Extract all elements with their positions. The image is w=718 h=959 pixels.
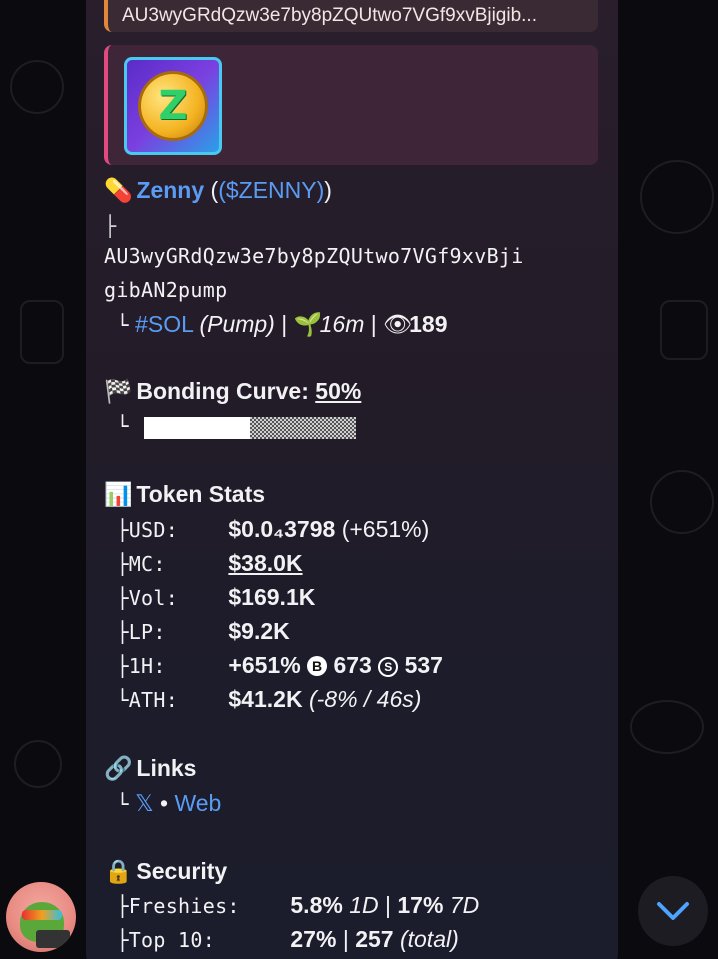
security-title: Security — [136, 858, 228, 884]
separator: | — [385, 892, 391, 918]
chevron-down-icon — [657, 902, 689, 920]
seedling-icon: 🌱 — [293, 312, 323, 338]
separator: | — [342, 926, 349, 952]
stat-label: └ATH: — [104, 688, 179, 712]
one-hour-buys: 673 — [333, 652, 372, 678]
progress-remaining — [250, 417, 356, 439]
background-doodle — [660, 300, 708, 360]
stat-row-vol: ├Vol: $169.1K — [104, 581, 315, 614]
top10-percent: 27% — [290, 926, 337, 952]
security-row-top10: ├Top 10: 27% | 257 (total) — [104, 923, 459, 956]
freshies-7d-unit: 7D — [449, 892, 480, 918]
volume-value: $169.1K — [228, 584, 316, 610]
stat-label: ├Top 10: — [104, 928, 216, 952]
reply-quote-text: AU3wyGRdQzw3e7by8pZQUtwo7VGf9xvBjigib... — [122, 5, 537, 26]
coin-icon: Z — [138, 71, 208, 141]
reply-quote[interactable]: AU3wyGRdQzw3e7by8pZQUtwo7VGf9xvBjigib... — [104, 0, 598, 32]
tree-branch: ├ — [104, 214, 117, 238]
token-symbol: (($ZENNY)) — [210, 177, 332, 203]
scroll-to-bottom-button[interactable] — [638, 876, 708, 946]
background-doodle — [20, 300, 64, 364]
background-doodle — [630, 700, 704, 754]
platform-label: (Pump) — [199, 311, 275, 337]
stat-label: ├Vol: — [104, 586, 179, 610]
stat-row-ath: └ATH: $41.2K (-8% / 46s) — [104, 683, 421, 716]
ath-detail: (-8% / 46s) — [308, 686, 422, 712]
liquidity-value: $9.2K — [228, 618, 290, 644]
view-count: 189 — [409, 311, 448, 337]
separator: | — [370, 311, 377, 337]
checkered-flag-icon: 🏁 — [104, 379, 133, 405]
token-age: 16m — [319, 311, 365, 337]
buys-icon: B — [307, 656, 328, 676]
links-title: Links — [136, 755, 197, 781]
progress-fill — [144, 417, 250, 439]
laptop-shape — [36, 930, 70, 948]
token-meta-row: └ #SOL (Pump) | 🌱16m | 👁189 — [104, 308, 448, 341]
tree-branch: └ — [104, 313, 129, 337]
stat-row-1h: ├1H: +651% B 673 S 537 — [104, 649, 443, 682]
background-doodle — [650, 470, 714, 534]
tree-branch: └ — [104, 414, 129, 438]
usd-price: $0.0₄3798 — [228, 516, 336, 542]
token-symbol-text[interactable]: ($ZENNY) — [218, 177, 324, 203]
chain-hashtag[interactable]: #SOL — [135, 311, 193, 337]
lock-icon: 🔒 — [104, 859, 133, 885]
security-header: 🔒 Security — [104, 855, 227, 888]
separator: | — [281, 311, 288, 337]
x-link[interactable]: 𝕏 — [135, 790, 154, 816]
stat-row-mc: ├MC: $38.0K — [104, 547, 302, 580]
links-separator: • — [160, 790, 169, 816]
pill-icon: 💊 — [104, 178, 133, 204]
token-address-line1[interactable]: AU3wyGRdQzw3e7by8pZQUtwo7VGf9xvBji — [104, 240, 524, 272]
link-icon: 🔗 — [104, 756, 133, 782]
stat-row-usd: ├USD: $0.0₄3798 (+651%) — [104, 513, 429, 546]
one-hour-change: +651% — [228, 652, 301, 678]
bonding-curve-progress — [144, 417, 356, 439]
bonding-curve-percent[interactable]: 50% — [315, 378, 361, 404]
bonding-curve-header: 🏁 Bonding Curve: 50% — [104, 375, 361, 408]
background-doodle — [10, 60, 64, 114]
sells-icon: S — [378, 657, 399, 677]
stat-label: ├USD: — [104, 518, 179, 542]
token-name-link[interactable]: Zenny — [136, 177, 204, 203]
bar-chart-icon: 📊 — [104, 482, 133, 508]
stat-label: ├MC: — [104, 552, 166, 576]
background-doodle — [14, 740, 62, 788]
links-header: 🔗 Links — [104, 752, 196, 785]
usd-change: (+651%) — [341, 516, 430, 542]
token-thumbnail[interactable]: Z — [124, 57, 222, 155]
one-hour-sells: 537 — [404, 652, 443, 678]
freshies-7d: 17% — [397, 892, 444, 918]
eye-icon: 👁 — [383, 312, 413, 338]
stat-label: ├1H: — [104, 654, 166, 678]
market-cap-link[interactable]: $38.0K — [228, 550, 302, 576]
ath-value: $41.2K — [228, 686, 303, 712]
link-preview-card[interactable]: Z — [104, 45, 598, 165]
freshies-1d: 5.8% — [290, 892, 343, 918]
sunglasses-shape — [22, 910, 62, 920]
token-header: 💊 Zenny (($ZENNY)) — [104, 174, 332, 207]
token-stats-header: 📊 Token Stats — [104, 478, 265, 511]
chat-screen: AU3wyGRdQzw3e7by8pZQUtwo7VGf9xvBjigib...… — [0, 0, 718, 959]
tree-branch: └ — [104, 792, 129, 816]
web-link[interactable]: Web — [174, 790, 221, 816]
stat-label: ├LP: — [104, 620, 166, 644]
token-stats-title: Token Stats — [136, 481, 266, 507]
freshies-1d-unit: 1D — [349, 892, 379, 918]
stat-label: ├Freshies: — [104, 894, 240, 918]
links-row: └ 𝕏 • Web — [104, 787, 221, 820]
security-row-freshies: ├Freshies: 5.8% 1D | 17% 7D — [104, 889, 479, 922]
top10-total-unit: (total) — [399, 926, 459, 952]
background-doodle — [640, 160, 714, 234]
top10-total: 257 — [355, 926, 394, 952]
token-address-line2[interactable]: gibAN2pump — [104, 274, 227, 306]
bonding-curve-title: Bonding Curve: — [136, 378, 309, 404]
sender-avatar[interactable] — [6, 882, 76, 952]
stat-row-lp: ├LP: $9.2K — [104, 615, 290, 648]
